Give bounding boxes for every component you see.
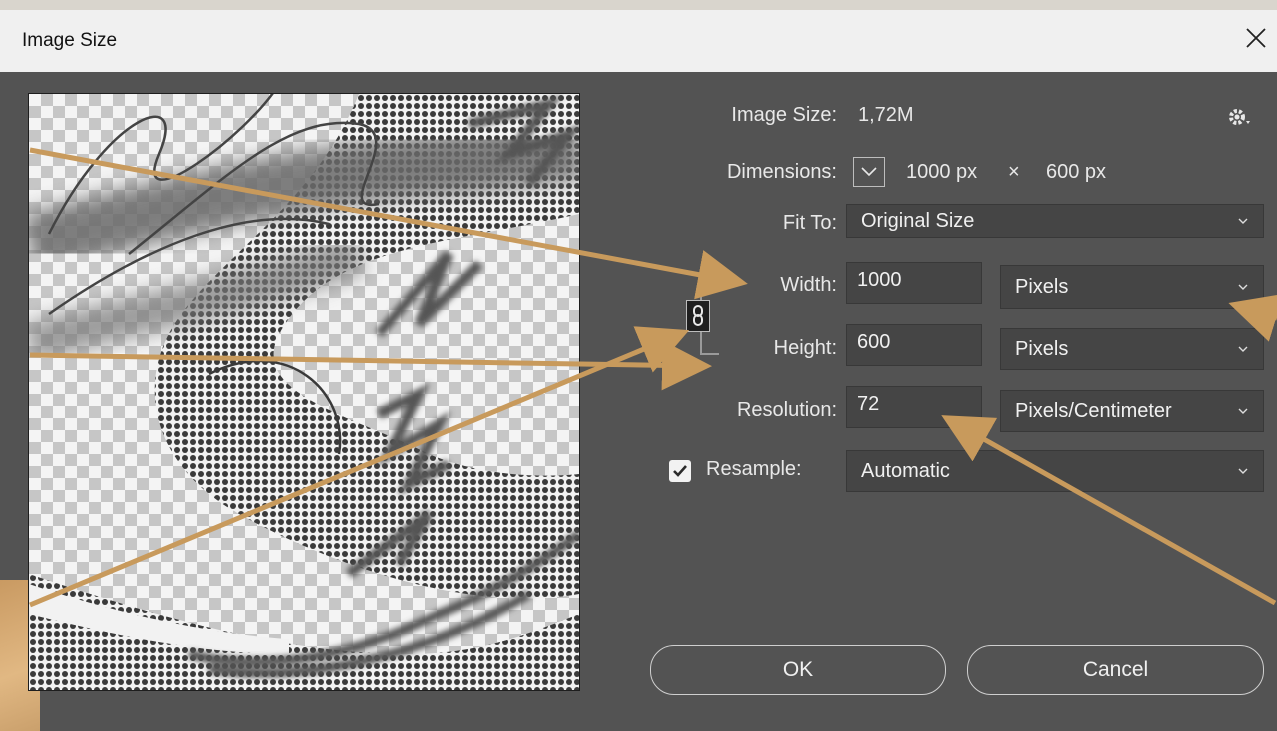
width-unit-select[interactable]: Pixels (1000, 265, 1264, 309)
dimensions-unit-toggle[interactable] (853, 157, 885, 187)
image-size-value: 1,72M (858, 104, 914, 126)
width-unit-value: Pixels (1015, 275, 1069, 298)
resample-label: Resample: (706, 458, 802, 480)
height-unit-value: Pixels (1015, 337, 1069, 360)
resolution-label: Resolution: (736, 399, 837, 421)
gear-icon[interactable] (1226, 104, 1252, 130)
height-unit-select[interactable]: Pixels (1000, 328, 1264, 370)
height-label: Height: (773, 337, 837, 359)
chevron-down-icon (1238, 468, 1248, 474)
checkmark-icon (673, 465, 687, 477)
image-preview[interactable] (28, 93, 580, 691)
ok-button[interactable]: OK (650, 645, 946, 695)
window-title: Image Size (22, 30, 118, 51)
chevron-down-icon (1238, 218, 1248, 224)
height-input[interactable]: 600 (846, 324, 982, 366)
fit-to-label: Fit To: (782, 212, 837, 234)
fit-to-value: Original Size (861, 209, 975, 232)
dimensions-label: Dimensions: (726, 161, 837, 183)
dimensions-separator: × (1008, 161, 1020, 183)
chevron-down-icon (1238, 346, 1248, 352)
cancel-button[interactable]: Cancel (967, 645, 1264, 695)
resample-select[interactable]: Automatic (846, 450, 1264, 492)
title-bar (0, 10, 1277, 72)
link-icon[interactable] (686, 300, 710, 332)
close-icon[interactable] (1240, 22, 1272, 54)
resolution-unit-select[interactable]: Pixels/Centimeter (1000, 390, 1264, 432)
width-input[interactable]: 1000 (846, 262, 982, 304)
chevron-down-icon (1238, 284, 1248, 290)
resample-value: Automatic (861, 459, 950, 482)
width-label: Width: (780, 274, 837, 296)
dimensions-width: 1000 px (906, 161, 978, 183)
dimensions-height: 600 px (1046, 161, 1107, 183)
fit-to-select[interactable]: Original Size (846, 204, 1264, 238)
resolution-unit-value: Pixels/Centimeter (1015, 399, 1172, 422)
resample-checkbox[interactable] (669, 460, 691, 482)
image-size-label: Image Size: (731, 104, 837, 126)
chevron-down-icon (1238, 408, 1248, 414)
resolution-input[interactable]: 72 (846, 386, 982, 428)
